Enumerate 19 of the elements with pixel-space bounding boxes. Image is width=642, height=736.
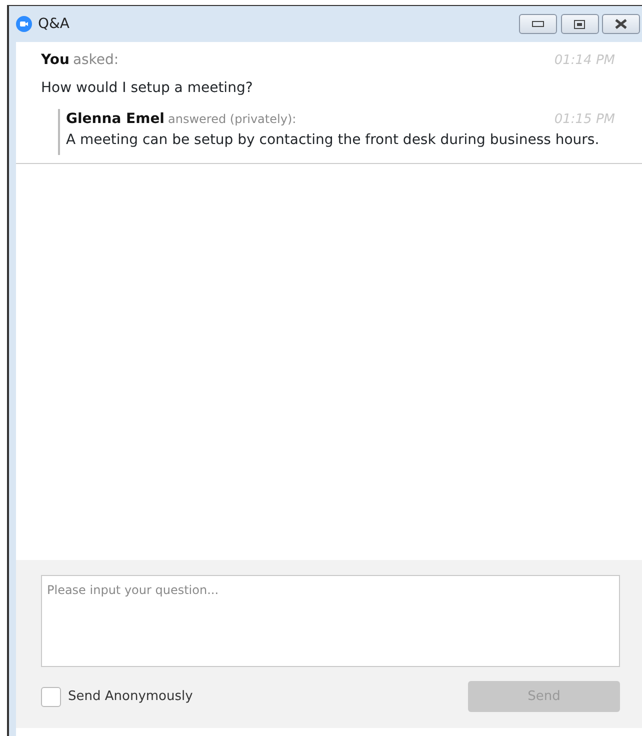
status-label: asked: [72, 51, 119, 70]
answer-text: A meeting can be setup by contacting the front desk during business hours. [66, 131, 600, 150]
minimize-icon [532, 21, 544, 27]
maximize-icon [574, 20, 585, 28]
question-text: How would I setup a meeting? [41, 79, 254, 98]
app-logo-icon [16, 16, 32, 32]
status-label: answered (privately): [168, 111, 296, 128]
anonymous-checkbox[interactable] [41, 686, 61, 706]
minimize-button[interactable] [519, 14, 557, 34]
close-icon [615, 19, 627, 29]
question-input-field[interactable]: Please input your question... [41, 575, 620, 667]
timestamp: 01:15 PM [554, 111, 615, 129]
maximize-button[interactable] [560, 14, 598, 34]
window-title: Q&A [38, 14, 70, 34]
close-button[interactable] [602, 14, 640, 34]
anonymous-label: Send Anonymously [68, 688, 193, 706]
timestamp: 01:14 PM [554, 52, 615, 70]
author-name: Glenna Emel [66, 110, 164, 129]
author-name: You [41, 51, 70, 70]
